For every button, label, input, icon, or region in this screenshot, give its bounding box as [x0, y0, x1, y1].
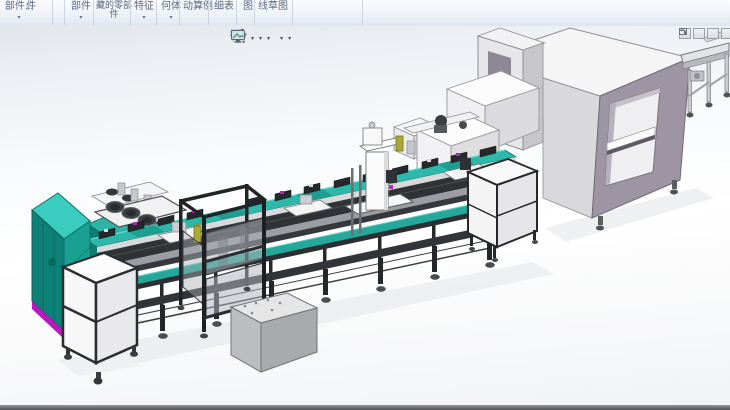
chevron-down-icon: ▾: [280, 36, 283, 42]
document-window-controls: [679, 28, 730, 39]
minimize-window-button[interactable]: [707, 28, 719, 39]
chevron-down-icon: ▾: [259, 36, 262, 42]
apply-scene-button[interactable]: ▾: [279, 35, 284, 43]
toolbar-divider: [292, 0, 293, 25]
olive-cylinder: [396, 136, 403, 151]
toolbar-divider: [93, 0, 94, 25]
toolbar-item-motion-study[interactable]: 动算例: [181, 2, 215, 12]
toolbar-divider: [362, 0, 363, 25]
restore-window-button[interactable]: [721, 28, 730, 39]
status-bar: [0, 405, 730, 410]
toolbar-divider: [156, 0, 157, 25]
restore-icon: [679, 28, 687, 35]
toolbar-divider: [254, 0, 255, 25]
toolbar-item-explode-line-sketch[interactable]: 线草图: [256, 2, 290, 12]
heads-up-view-toolbar: ▾ ▾ ▾ ▾ ▾: [230, 28, 292, 49]
view-settings-icon: [230, 28, 246, 44]
toolbar-item-move-component[interactable]: 部件 ▾: [68, 2, 94, 21]
dropdown-arrow-icon: ▾: [132, 15, 156, 21]
toolbar-divider: [236, 0, 237, 25]
solidworks-window: 部件... ▾ 件 部件 ▾ 藏的零部件 特征 ▾ 何体 ▾ 动算例 细表 图: [0, 0, 730, 410]
toolbar-divider: [52, 0, 53, 25]
split-window-button[interactable]: [693, 28, 705, 39]
toolbar-divider: [130, 0, 131, 25]
toolbar-divider: [208, 0, 209, 25]
dropdown-arrow-icon: ▾: [68, 15, 94, 21]
view-settings-button[interactable]: ▾: [287, 35, 292, 43]
hide-show-items-button[interactable]: ▾: [266, 35, 271, 43]
toolbar-item-bill-of-materials[interactable]: 细表: [211, 2, 237, 12]
caster-wheel: [94, 378, 103, 385]
floor-control-box[interactable]: [231, 293, 317, 372]
dropdown-arrow-icon: ▾: [2, 15, 36, 21]
station-cabinet[interactable]: [468, 159, 538, 262]
toolbar-item-assembly-features[interactable]: 特征 ▾: [132, 2, 156, 21]
assembly-model-canvas[interactable]: [0, 26, 730, 405]
view-orientation-button[interactable]: ▾: [250, 35, 255, 43]
toolbar-divider: [64, 0, 65, 25]
toolbar-item-fasteners[interactable]: 件: [24, 2, 38, 12]
toolbar-item-show-hidden-components[interactable]: 藏的零部件: [96, 1, 132, 18]
display-style-button[interactable]: ▾: [258, 35, 263, 43]
chevron-down-icon: ▾: [288, 36, 291, 42]
edit-appearance-button[interactable]: [274, 38, 276, 40]
graphics-viewport[interactable]: ▾ ▾ ▾ ▾ ▾: [0, 26, 730, 405]
toolbar-divider: [179, 0, 180, 25]
chevron-down-icon: ▾: [251, 36, 254, 42]
command-manager-toolbar: 部件... ▾ 件 部件 ▾ 藏的零部件 特征 ▾ 何体 ▾ 动算例 细表 图: [0, 0, 730, 27]
exit-conveyor[interactable]: [681, 31, 730, 118]
chevron-down-icon: ▾: [267, 36, 270, 42]
